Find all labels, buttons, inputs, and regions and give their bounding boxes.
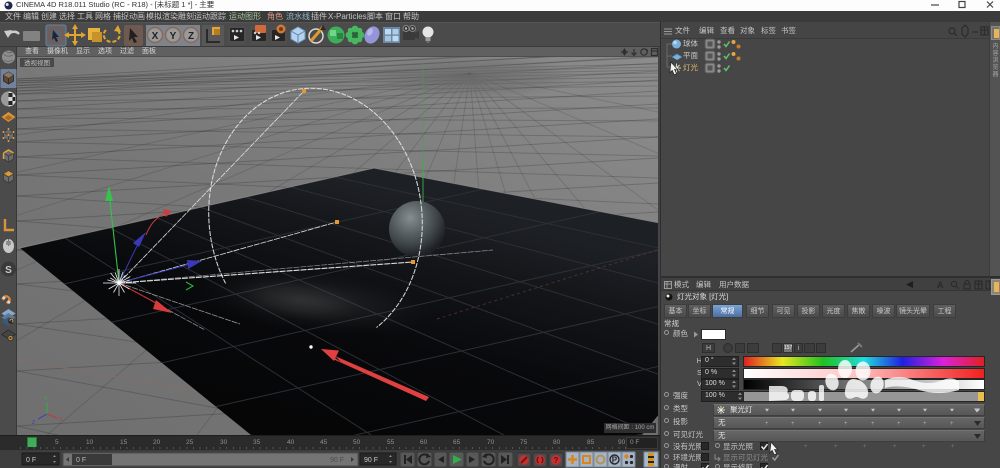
svg-text:90 F: 90 F [364, 457, 378, 464]
svg-text:0 F: 0 F [26, 457, 36, 464]
svg-text:Z: Z [32, 420, 35, 426]
svg-text:?: ? [554, 456, 559, 465]
svg-text:S: S [5, 265, 12, 276]
svg-text:P: P [612, 456, 618, 465]
svg-text:0 F: 0 F [76, 457, 86, 464]
svg-text:90 F: 90 F [330, 457, 344, 464]
svg-text:Y: Y [170, 31, 177, 42]
svg-text:Z: Z [188, 31, 194, 42]
svg-text:X: X [152, 31, 159, 42]
